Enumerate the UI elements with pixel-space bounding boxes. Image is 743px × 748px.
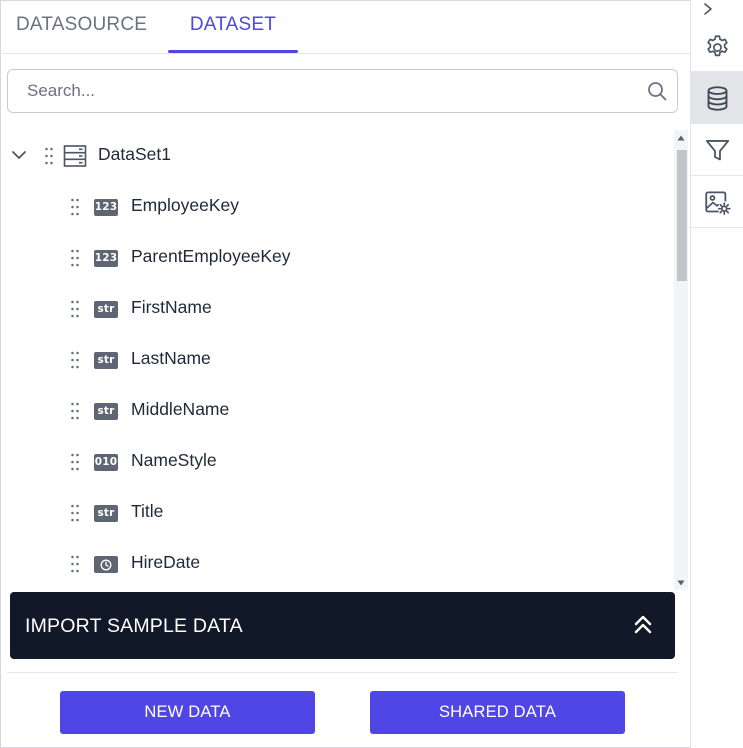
drag-handle-icon[interactable]	[70, 554, 80, 574]
tab-datasource[interactable]: DATASOURCE	[16, 0, 147, 53]
filter-icon	[705, 140, 730, 161]
string-type-badge: str	[94, 301, 118, 318]
drag-handle-icon[interactable]	[70, 503, 80, 523]
field-row[interactable]: str Title	[0, 487, 674, 538]
field-row[interactable]: 010 NameStyle	[0, 436, 674, 487]
field-name: HireDate	[131, 552, 201, 572]
tab-bar: DATASOURCE DATASET	[0, 0, 690, 54]
rail-properties-button[interactable]	[691, 20, 743, 72]
field-name: LastName	[131, 348, 211, 368]
field-name: ParentEmployeeKey	[131, 246, 291, 266]
database-icon	[707, 86, 728, 111]
import-sample-data-label: IMPORT SAMPLE DATA	[25, 615, 243, 637]
drag-handle-icon[interactable]	[70, 197, 80, 217]
chevron-right-icon	[704, 3, 712, 15]
drag-handle-icon[interactable]	[44, 146, 54, 166]
boolean-type-badge: 010	[94, 454, 118, 471]
active-tab-indicator	[168, 50, 298, 53]
rail-filter-button[interactable]	[691, 124, 743, 176]
search-input[interactable]	[9, 71, 629, 111]
field-row[interactable]: 123 EmployeeKey	[0, 181, 674, 232]
chevron-down-icon[interactable]	[10, 146, 28, 164]
data-panel: DATASOURCE DATASET Search... DataSet1 12…	[0, 0, 690, 748]
drag-handle-icon[interactable]	[70, 248, 80, 268]
field-row[interactable]: str FirstName	[0, 283, 674, 334]
field-row[interactable]: HireDate	[0, 538, 674, 589]
scroll-thumb[interactable]	[677, 150, 687, 281]
string-type-badge: str	[94, 505, 118, 522]
drag-handle-icon[interactable]	[70, 452, 80, 472]
clock-icon	[100, 559, 112, 570]
drag-handle-icon[interactable]	[70, 299, 80, 319]
field-name: FirstName	[131, 297, 212, 317]
field-name: Title	[131, 501, 164, 521]
field-row[interactable]: 123 ParentEmployeeKey	[0, 232, 674, 283]
search-box	[7, 69, 678, 113]
right-tool-rail	[690, 0, 743, 748]
import-sample-data-banner[interactable]: IMPORT SAMPLE DATA	[10, 592, 675, 659]
date-type-badge	[94, 556, 118, 573]
field-name: NameStyle	[131, 450, 217, 470]
dataset-node[interactable]: DataSet1	[0, 130, 674, 181]
drag-handle-icon[interactable]	[70, 350, 80, 370]
number-type-badge: 123	[94, 250, 118, 267]
field-name: EmployeeKey	[131, 195, 239, 215]
image-settings-icon	[705, 191, 731, 216]
footer-divider	[7, 672, 678, 673]
field-row[interactable]: str LastName	[0, 334, 674, 385]
double-chevron-up-icon[interactable]	[633, 614, 653, 636]
string-type-badge: str	[94, 352, 118, 369]
tab-dataset[interactable]: DATASET	[168, 0, 298, 53]
rail-image-settings-button[interactable]	[691, 176, 743, 228]
drag-handle-icon[interactable]	[70, 401, 80, 421]
collapse-panel-button[interactable]	[691, 0, 743, 20]
new-data-button[interactable]: NEW DATA	[60, 691, 315, 734]
dataset-table-icon	[63, 145, 87, 167]
string-type-badge: str	[94, 403, 118, 420]
gear-icon	[707, 35, 728, 57]
shared-data-button[interactable]: SHARED DATA	[370, 691, 625, 734]
field-name: MiddleName	[131, 399, 230, 419]
field-row[interactable]: str MiddleName	[0, 385, 674, 436]
scroll-up-arrow-icon[interactable]	[677, 134, 685, 142]
tree-scrollbar[interactable]	[674, 130, 688, 590]
rail-data-button[interactable]	[691, 72, 743, 124]
dataset-name: DataSet1	[98, 144, 171, 164]
search-icon[interactable]	[647, 81, 667, 101]
dataset-tree: DataSet1 123 EmployeeKey 123 ParentEmplo…	[0, 130, 674, 590]
scroll-down-arrow-icon[interactable]	[677, 579, 685, 587]
number-type-badge: 123	[94, 199, 118, 216]
